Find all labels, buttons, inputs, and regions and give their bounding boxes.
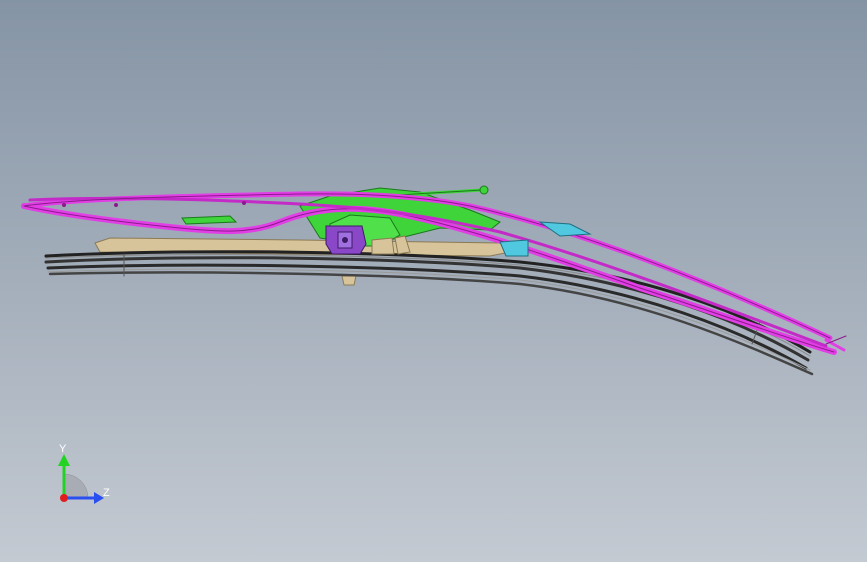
x-axis-dot — [60, 494, 68, 502]
graphics-viewport[interactable]: Y Z — [0, 0, 867, 562]
y-axis-label: Y — [59, 443, 67, 455]
z-axis-label: Z — [103, 487, 110, 499]
spoiler-clip-foot — [341, 275, 357, 286]
triad-quadrant — [63, 473, 89, 499]
wiper-blade-model[interactable] — [0, 0, 867, 562]
y-axis-arrowhead — [58, 454, 70, 466]
axis-triad — [58, 454, 104, 504]
center-clip — [325, 225, 367, 255]
rubber-blade — [44, 250, 814, 376]
